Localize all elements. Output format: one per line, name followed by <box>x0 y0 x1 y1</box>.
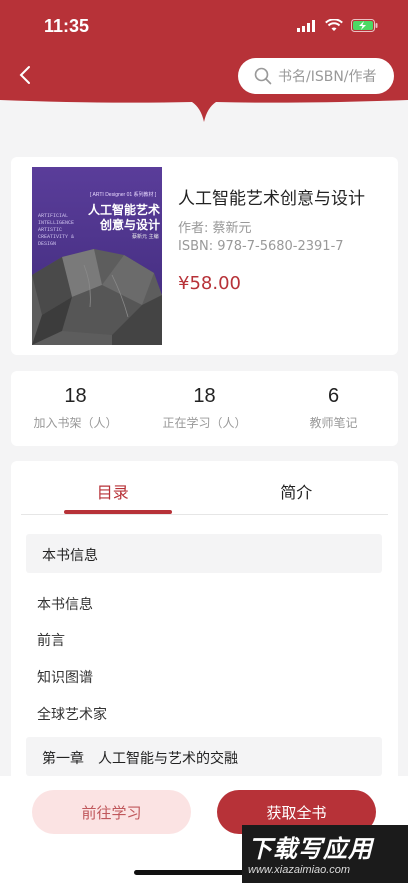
stat-value: 18 <box>64 385 87 407</box>
book-isbn: ISBN: 978-7-5680-2391-7 <box>178 239 344 254</box>
book-price: ¥58.00 <box>178 273 241 294</box>
status-bar: 11:35 <box>0 0 408 54</box>
stat-label: 正在学习（人） <box>162 416 247 430</box>
stat-label: 教师笔记 <box>309 416 358 430</box>
book-info-card[interactable]: [ ARTI Designer 01 系列教材 ] ARTIFICIAL INT… <box>11 157 398 355</box>
tab-bar: 目录 简介 <box>21 461 388 515</box>
stats-card: 18 加入书架（人） 18 正在学习（人） 6 教师笔记 <box>11 371 398 446</box>
stat-bookshelf: 18 加入书架（人） <box>11 371 140 446</box>
search-input[interactable]: 书名/ISBN/作者 <box>238 58 394 94</box>
battery-charging-icon <box>351 19 378 32</box>
catalog-card: 目录 简介 本书信息 本书信息 前言 知识图谱 全球艺术家 第一章 人工智能与艺… <box>11 461 398 801</box>
cover-tag: [ ARTI Designer 01 系列教材 ] <box>90 192 157 198</box>
stat-value: 18 <box>193 385 216 407</box>
catalog-item[interactable]: 全球艺术家 <box>37 704 107 724</box>
book-author: 作者: 蔡新元 <box>178 221 252 236</box>
cellular-signal-icon <box>297 19 315 32</box>
stat-teacher-notes[interactable]: 6 教师笔记 <box>269 371 398 446</box>
book-title: 人工智能艺术创意与设计 <box>178 189 365 209</box>
go-study-button[interactable]: 前往学习 <box>32 790 191 834</box>
watermark-url: www.xiazaimiao.com <box>248 864 351 876</box>
tab-intro[interactable]: 简介 <box>205 461 389 514</box>
stat-value: 6 <box>327 385 340 407</box>
search-icon <box>254 67 272 85</box>
stat-label: 加入书架（人） <box>33 416 118 430</box>
header: 11:35 书名/ISBN/作者 <box>0 0 408 122</box>
tab-catalog[interactable]: 目录 <box>21 461 205 514</box>
wifi-icon <box>325 19 343 31</box>
search-placeholder: 书名/ISBN/作者 <box>278 69 377 85</box>
catalog-item[interactable]: 前言 <box>37 630 65 650</box>
back-arrow-icon[interactable] <box>16 64 36 86</box>
catalog-item[interactable]: 本书信息 <box>37 594 93 614</box>
cover-stone-image <box>32 249 162 345</box>
status-time: 11:35 <box>44 16 90 36</box>
book-cover: [ ARTI Designer 01 系列教材 ] ARTIFICIAL INT… <box>32 167 162 345</box>
catalog-section-chapter-1[interactable]: 第一章 人工智能与艺术的交融 <box>26 737 382 776</box>
watermark-text: 下载写应用 <box>248 835 373 863</box>
catalog-section-book-info[interactable]: 本书信息 <box>26 534 382 573</box>
catalog-item[interactable]: 知识图谱 <box>37 667 93 687</box>
cover-title: 人工智能艺术创意与设计 <box>88 203 161 232</box>
watermark-logo: 下载写应用 www.xiazaimiao.com <box>242 825 408 883</box>
stat-studying: 18 正在学习（人） <box>140 371 269 446</box>
